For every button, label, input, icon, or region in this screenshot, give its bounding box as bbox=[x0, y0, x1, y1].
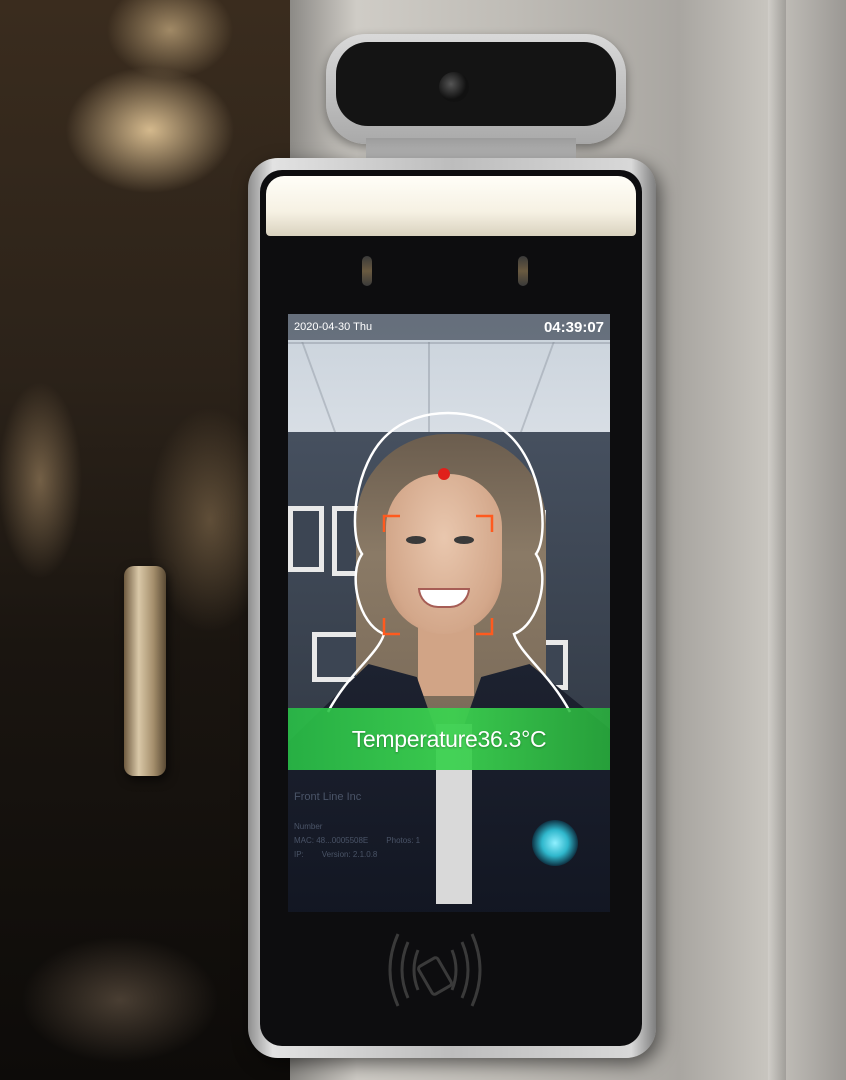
photo-scene: 2020-04-30 Thu 04:39:07 Temperature36.3°… bbox=[0, 0, 846, 1080]
time-label: 04:39:07 bbox=[543, 318, 604, 336]
camera-lens bbox=[336, 42, 616, 126]
kiosk-screen[interactable]: 2020-04-30 Thu 04:39:07 Temperature36.3°… bbox=[288, 314, 610, 912]
light-bar bbox=[266, 176, 636, 236]
rfid-icon[interactable] bbox=[380, 920, 490, 1020]
ir-sensor-left bbox=[362, 256, 372, 286]
temperature-label: Temperature36.3°C bbox=[351, 725, 547, 752]
mac-label: MAC: 48...0005508E bbox=[294, 836, 369, 845]
head-outline-path bbox=[326, 411, 572, 713]
photos-label: Photos: 1 bbox=[386, 836, 421, 845]
fingerprint-icon[interactable] bbox=[532, 820, 578, 866]
date-label: 2020-04-30 Thu bbox=[294, 321, 373, 333]
temperature-banner: Temperature36.3°C bbox=[288, 708, 610, 770]
ip-label: IP: bbox=[294, 850, 304, 859]
camera-module bbox=[326, 34, 626, 144]
forehead-dot bbox=[438, 468, 450, 480]
version-label: Version: 2.1.0.8 bbox=[321, 850, 378, 859]
face-detect-frame bbox=[382, 514, 494, 636]
status-bar: 2020-04-30 Thu 04:39:07 bbox=[288, 314, 610, 340]
camera-icon bbox=[439, 72, 469, 102]
door-handle bbox=[124, 566, 166, 776]
ir-sensor-right bbox=[518, 256, 528, 286]
company-name: Front Line Inc bbox=[294, 791, 362, 803]
